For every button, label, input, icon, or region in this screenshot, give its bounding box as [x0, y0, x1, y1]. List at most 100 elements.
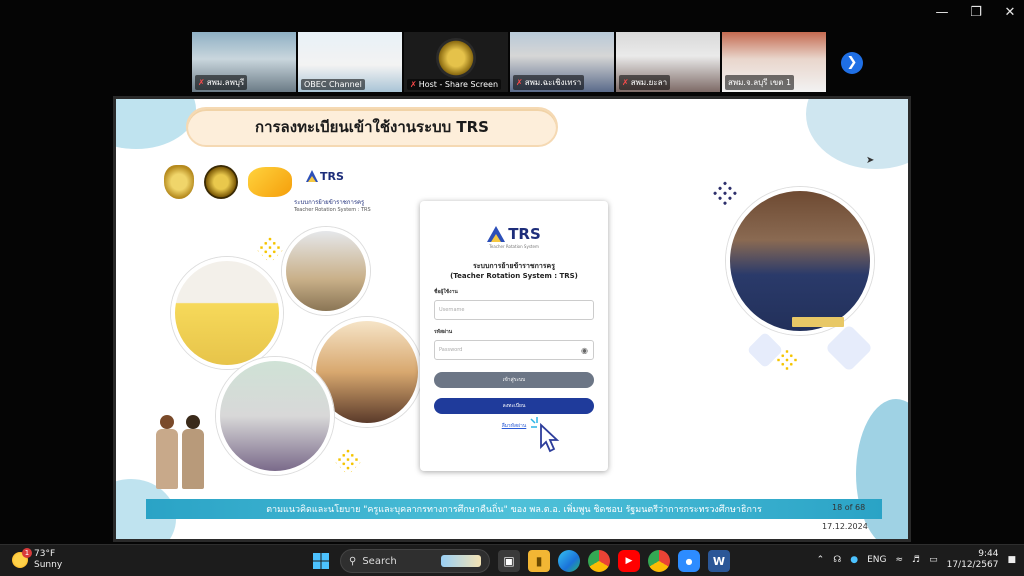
clock-time: 9:44: [978, 549, 999, 559]
windows-icon: [313, 553, 329, 569]
taskbar: 1 73°F Sunny ⚲ Search ▣ ▮ ▶ ● W ⌃ ☊ ● EN…: [0, 544, 1024, 576]
slide-title: การลงทะเบียนเข้าใช้งานระบบ TRS: [186, 107, 558, 147]
campaign-badge: [248, 167, 292, 197]
participant-tile[interactable]: OBEC Channel: [298, 32, 402, 92]
taskbar-apps: ⚲ Search ▣ ▮ ▶ ● W: [310, 549, 730, 573]
decor-diamond: [824, 323, 874, 373]
chrome-icon[interactable]: [588, 550, 610, 572]
decor-dots: [333, 446, 363, 476]
decor-blob: [806, 99, 908, 169]
obec-logo: [164, 165, 194, 199]
temperature: 73°F: [34, 549, 56, 559]
notification-bell-icon[interactable]: ■: [1007, 555, 1016, 565]
language-indicator[interactable]: ENG: [867, 555, 886, 565]
password-input[interactable]: Password ◉: [434, 340, 594, 360]
trs-header-logo: TRS ระบบการย้ายข้าราชการครู Teacher Rota…: [294, 165, 384, 214]
trs-mark: TRS: [320, 169, 344, 183]
participant-tile[interactable]: ✗ สพม.ลพบุรี: [192, 32, 296, 92]
clock-date: 17/12/2567: [946, 560, 999, 570]
microphone-icon[interactable]: ●: [850, 555, 858, 565]
search-placeholder: Search: [362, 555, 397, 567]
teacher-photo: [216, 357, 334, 475]
username-label: ชื่อผู้ใช้งาน: [434, 289, 458, 295]
trs-triangle-icon: [306, 170, 318, 182]
password-label: รหัสผ่าน: [434, 329, 453, 335]
zoom-icon[interactable]: ●: [678, 550, 700, 572]
login-card: TRS Teacher Rotation System ระบบการย้ายข…: [420, 201, 608, 471]
teacher-photo: [171, 257, 283, 369]
participant-tile[interactable]: ✗ สพม.ยะลา: [616, 32, 720, 92]
youtube-icon[interactable]: ▶: [618, 550, 640, 572]
minimize-icon[interactable]: —: [934, 4, 950, 22]
decor-dots: [709, 178, 741, 210]
headset-icon[interactable]: ☊: [833, 555, 841, 565]
mic-muted-icon: ✗: [198, 78, 205, 87]
eye-icon[interactable]: ◉: [581, 346, 588, 355]
system-tray: ⌃ ☊ ● ENG ≈ ♬ ▭ 9:44 17/12/2567 ■: [817, 549, 1016, 571]
trs-triangle-icon: [487, 226, 506, 242]
shared-screen: การลงทะเบียนเข้าใช้งานระบบ TRS TRS ระบบก…: [113, 96, 911, 542]
mic-muted-icon: ✗: [622, 78, 629, 87]
search-icon: ⚲: [349, 555, 357, 567]
teacher-photo: [282, 227, 370, 315]
search-highlight-icon: [441, 555, 481, 567]
restore-icon[interactable]: ❐: [968, 4, 984, 22]
trs-caption-th: ระบบการย้ายข้าราชการครู: [294, 199, 365, 206]
ministry-seal: [204, 165, 238, 199]
slide-footer: ตามแนวคิดและนโยบาย "ครูและบุคลากรทางการศ…: [146, 499, 882, 519]
username-input[interactable]: Username: [434, 300, 594, 320]
minister-nameplate: [792, 317, 844, 327]
word-icon[interactable]: W: [708, 550, 730, 572]
volume-icon[interactable]: ♬: [912, 555, 920, 565]
participant-name: สพม.ลพบุรี: [206, 78, 245, 87]
sun-icon: 1: [12, 548, 32, 568]
decor-blob: [116, 99, 196, 149]
participant-tile[interactable]: ✗ สพม.ฉะเชิงเทรา: [510, 32, 614, 92]
start-button[interactable]: [310, 550, 332, 572]
file-explorer-icon[interactable]: ▮: [528, 550, 550, 572]
close-icon[interactable]: ✕: [1002, 4, 1018, 22]
mic-muted-icon: ✗: [410, 80, 417, 89]
login-heading-en: (Teacher Rotation System : TRS): [450, 272, 578, 280]
chrome-profile-icon[interactable]: [648, 550, 670, 572]
pointer-cursor-icon: [530, 417, 560, 453]
participant-name: OBEC Channel: [304, 80, 362, 89]
participant-strip: ✗ สพม.ลพบุรี OBEC Channel ✗ Host - Share S…: [192, 32, 826, 92]
presentation-slide: การลงทะเบียนเข้าใช้งานระบบ TRS TRS ระบบก…: [116, 99, 908, 539]
register-button[interactable]: ลงทะเบียน: [434, 398, 594, 414]
minister-photo: [726, 187, 874, 335]
teacher-illustration: [152, 415, 212, 501]
trs-caption-en: Teacher Rotation System : TRS: [294, 207, 371, 213]
mic-muted-icon: ✗: [516, 78, 523, 87]
edge-icon[interactable]: [558, 550, 580, 572]
logo-row: [164, 165, 292, 199]
wifi-icon[interactable]: ≈: [895, 555, 903, 565]
participant-name: Host - Share Screen: [418, 80, 499, 89]
screen: — ❐ ✕ ✗ สพม.ลพบุรี OBEC Channel ✗ Host - S…: [0, 0, 1024, 576]
chevron-right-icon: ❯: [846, 55, 858, 70]
login-heading-th: ระบบการย้ายข้าราชการครู: [473, 262, 555, 270]
notification-badge: 1: [22, 548, 32, 558]
login-logo: TRS: [434, 225, 594, 243]
task-view-icon[interactable]: ▣: [498, 550, 520, 572]
participant-name: สพม.ฉะเชิงเทรา: [524, 78, 582, 87]
participant-tile[interactable]: สพม.จ.ลบุรี เขต 1: [722, 32, 826, 92]
battery-icon[interactable]: ▭: [929, 555, 938, 565]
login-button[interactable]: เข้าสู่ระบบ: [434, 372, 594, 388]
arrow-cursor-icon: ➤: [866, 155, 875, 166]
decor-dots: [255, 234, 285, 264]
window-controls: — ❐ ✕: [934, 4, 1018, 22]
weather-widget[interactable]: 1 73°F Sunny: [12, 548, 62, 571]
participant-name: สพม.ยะลา: [630, 78, 668, 87]
next-participants-button[interactable]: ❯: [841, 52, 863, 74]
participant-name: สพม.จ.ลบุรี เขต 1: [728, 78, 792, 87]
slide-date: 17.12.2024: [822, 522, 868, 531]
taskbar-search[interactable]: ⚲ Search: [340, 549, 490, 573]
forgot-password-link[interactable]: ลืมรหัสผ่าน: [434, 422, 594, 430]
clock[interactable]: 9:44 17/12/2567: [947, 549, 999, 571]
slide-page-number: 18 of 68: [832, 503, 866, 512]
ministry-seal-icon: [436, 38, 476, 78]
chevron-up-icon[interactable]: ⌃: [817, 555, 825, 565]
participant-tile[interactable]: ✗ Host - Share Screen: [404, 32, 508, 92]
login-logo-subtitle: Teacher Rotation System: [489, 244, 539, 249]
